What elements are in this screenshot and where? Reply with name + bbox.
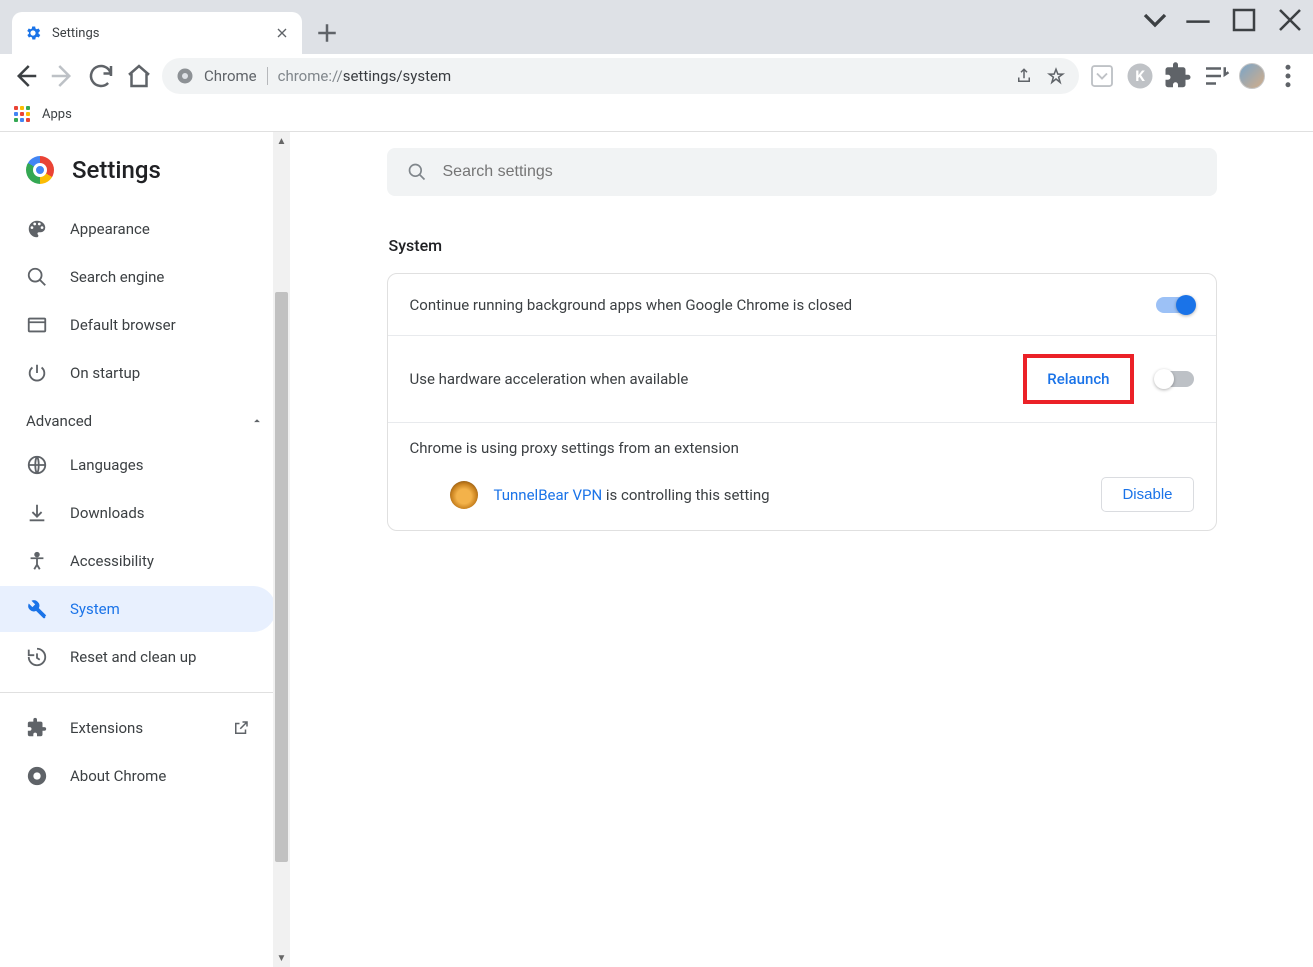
- sidebar-item-label: Reset and clean up: [70, 648, 196, 666]
- reload-button[interactable]: [86, 61, 116, 91]
- svg-text:K: K: [1135, 67, 1145, 85]
- tab-strip: Settings: [0, 0, 1313, 54]
- window-close-button[interactable]: [1267, 0, 1313, 40]
- system-settings-card: Continue running background apps when Go…: [387, 273, 1217, 531]
- toggle-background-apps[interactable]: [1156, 297, 1194, 313]
- sidebar-item-default-browser[interactable]: Default browser: [0, 302, 276, 348]
- tab-search-caret-icon[interactable]: [1135, 0, 1175, 40]
- search-settings-box[interactable]: [387, 148, 1217, 196]
- settings-header-title: Settings: [72, 156, 161, 184]
- chevron-up-icon: [250, 414, 264, 428]
- puzzle-icon: [26, 717, 48, 739]
- tunnelbear-extension-icon: [450, 481, 478, 509]
- profile-avatar[interactable]: [1239, 63, 1265, 89]
- row-proxy: Chrome is using proxy settings from an e…: [388, 423, 1216, 530]
- row-label: Continue running background apps when Go…: [410, 296, 1156, 314]
- share-icon[interactable]: [1015, 67, 1033, 85]
- new-tab-button[interactable]: [312, 18, 342, 48]
- sidebar-item-about[interactable]: About Chrome: [0, 753, 276, 799]
- search-settings-input[interactable]: [443, 163, 1197, 181]
- sidebar-item-extensions[interactable]: Extensions: [0, 705, 276, 751]
- sidebar-item-label: Search engine: [70, 268, 164, 286]
- chrome-menu-button[interactable]: [1273, 61, 1303, 91]
- pocket-extension-icon[interactable]: [1087, 61, 1117, 91]
- restore-icon: [26, 646, 48, 668]
- back-button[interactable]: [10, 61, 40, 91]
- proxy-title: Chrome is using proxy settings from an e…: [410, 439, 1194, 457]
- accessibility-icon: [26, 550, 48, 572]
- scroll-down-arrow-icon[interactable]: ▼: [273, 949, 290, 967]
- apps-grid-icon: [14, 106, 32, 124]
- row-background-apps: Continue running background apps when Go…: [388, 274, 1216, 336]
- window-controls: [1135, 0, 1313, 40]
- sidebar-item-system[interactable]: System: [0, 586, 276, 632]
- chrome-icon: [26, 765, 48, 787]
- proxy-extension-link[interactable]: TunnelBear VPN: [494, 486, 603, 504]
- sidebar-item-label: Downloads: [70, 504, 145, 522]
- relaunch-button[interactable]: Relaunch: [1035, 364, 1121, 394]
- tab-title: Settings: [52, 26, 274, 41]
- window-minimize-button[interactable]: [1175, 0, 1221, 40]
- settings-gear-icon: [24, 24, 42, 42]
- address-bar[interactable]: Chrome chrome://settings/system: [162, 58, 1079, 94]
- sidebar-item-label: Languages: [70, 456, 144, 474]
- chrome-logo-icon: [26, 156, 54, 184]
- settings-sidebar: Settings Appearance Search engine Defaul…: [0, 132, 290, 967]
- disable-button[interactable]: Disable: [1101, 477, 1193, 512]
- search-icon: [26, 266, 48, 288]
- tab-close-icon[interactable]: [274, 25, 290, 41]
- browser-window-icon: [26, 314, 48, 336]
- apps-shortcut[interactable]: Apps: [14, 106, 72, 124]
- sidebar-item-label: Appearance: [70, 220, 150, 238]
- sidebar-item-search-engine[interactable]: Search engine: [0, 254, 276, 300]
- wrench-icon: [26, 598, 48, 620]
- sidebar-item-label: Extensions: [70, 719, 143, 737]
- settings-main: System Continue running background apps …: [290, 132, 1313, 967]
- url-text: chrome://settings/system: [278, 67, 452, 85]
- sidebar-item-label: Accessibility: [70, 552, 154, 570]
- home-button[interactable]: [124, 61, 154, 91]
- browser-tab[interactable]: Settings: [12, 12, 302, 54]
- bookmark-star-icon[interactable]: [1047, 67, 1065, 85]
- scroll-up-arrow-icon[interactable]: ▲: [273, 132, 290, 150]
- sidebar-item-downloads[interactable]: Downloads: [0, 490, 276, 536]
- browser-toolbar: Chrome chrome://settings/system K: [0, 54, 1313, 98]
- sidebar-divider: [0, 692, 290, 693]
- site-label: Chrome: [204, 67, 257, 85]
- sidebar-item-reset[interactable]: Reset and clean up: [0, 634, 276, 680]
- extensions-puzzle-icon[interactable]: [1163, 61, 1193, 91]
- power-icon: [26, 362, 48, 384]
- reading-list-icon[interactable]: [1201, 61, 1231, 91]
- search-icon: [407, 162, 427, 182]
- palette-icon: [26, 218, 48, 240]
- window-maximize-button[interactable]: [1221, 0, 1267, 40]
- sidebar-advanced-toggle[interactable]: Advanced: [0, 398, 290, 440]
- scroll-thumb[interactable]: [275, 292, 288, 862]
- highlight-box: Relaunch: [1023, 354, 1133, 404]
- sidebar-item-label: Default browser: [70, 316, 176, 334]
- section-title: System: [389, 236, 1219, 255]
- sidebar-item-label: System: [70, 600, 120, 618]
- toggle-hardware-accel[interactable]: [1156, 371, 1194, 387]
- omnibox-divider: [267, 67, 268, 85]
- site-info-icon[interactable]: [176, 67, 194, 85]
- sidebar-scrollbar[interactable]: ▲ ▼: [273, 132, 290, 967]
- globe-icon: [26, 454, 48, 476]
- proxy-text: TunnelBear VPN is controlling this setti…: [494, 486, 770, 504]
- row-label: Use hardware acceleration when available: [410, 370, 1024, 388]
- open-in-new-icon: [232, 719, 250, 737]
- row-hardware-accel: Use hardware acceleration when available…: [388, 336, 1216, 423]
- sidebar-item-accessibility[interactable]: Accessibility: [0, 538, 276, 584]
- bookmarks-bar: Apps: [0, 98, 1313, 132]
- sidebar-item-appearance[interactable]: Appearance: [0, 206, 276, 252]
- extension-k-icon[interactable]: K: [1125, 61, 1155, 91]
- forward-button[interactable]: [48, 61, 78, 91]
- sidebar-item-languages[interactable]: Languages: [0, 442, 276, 488]
- sidebar-item-label: About Chrome: [70, 767, 166, 785]
- download-icon: [26, 502, 48, 524]
- sidebar-item-label: On startup: [70, 364, 140, 382]
- sidebar-item-on-startup[interactable]: On startup: [0, 350, 276, 396]
